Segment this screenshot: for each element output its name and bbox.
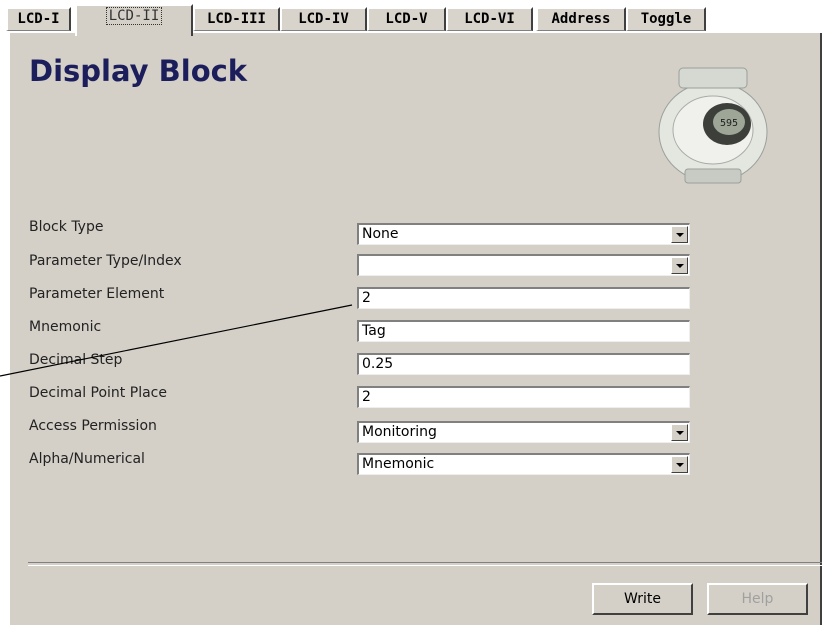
- write-button[interactable]: Write: [592, 583, 693, 615]
- decimal-point-place-label: Decimal Point Place: [29, 385, 167, 401]
- tab-lcd-iii[interactable]: LCD-III: [193, 7, 280, 31]
- tab-lcd-vi[interactable]: LCD-VI: [446, 7, 533, 31]
- block-type-dropdown[interactable]: None: [357, 223, 690, 245]
- chevron-down-icon[interactable]: [671, 257, 688, 274]
- tab-lcd-ii-label: LCD-II: [105, 7, 163, 25]
- block-type-value: None: [362, 226, 399, 242]
- footer-divider: [28, 562, 822, 566]
- block-type-label: Block Type: [29, 219, 104, 235]
- tab-toggle[interactable]: Toggle: [626, 7, 706, 31]
- chevron-down-icon[interactable]: [671, 456, 688, 473]
- access-permission-value: Monitoring: [362, 424, 437, 440]
- alpha-numerical-label: Alpha/Numerical: [29, 451, 145, 467]
- access-permission-dropdown[interactable]: Monitoring: [357, 421, 690, 443]
- access-permission-label: Access Permission: [29, 418, 157, 434]
- mnemonic-label: Mnemonic: [29, 319, 102, 335]
- alpha-numerical-dropdown[interactable]: Mnemonic: [357, 453, 690, 475]
- device-display-text: 595: [720, 118, 738, 129]
- help-button[interactable]: Help: [707, 583, 808, 615]
- tab-lcd-v[interactable]: LCD-V: [367, 7, 446, 31]
- tab-lcd-iv[interactable]: LCD-IV: [280, 7, 367, 31]
- transmitter-device-image: 595: [658, 67, 768, 184]
- parameter-type-index-dropdown[interactable]: [357, 254, 690, 276]
- decimal-point-place-input[interactable]: 2: [357, 386, 690, 408]
- tab-lcd-i[interactable]: LCD-I: [6, 7, 71, 31]
- parameter-element-input[interactable]: 2: [357, 287, 690, 309]
- parameter-element-label: Parameter Element: [29, 286, 165, 302]
- tab-address[interactable]: Address: [536, 7, 626, 31]
- decimal-step-input[interactable]: 0.25: [357, 353, 690, 375]
- tab-bar: LCD-I LCD-II LCD-III LCD-IV LCD-V LCD-VI…: [0, 0, 830, 36]
- chevron-down-icon[interactable]: [671, 424, 688, 441]
- decimal-step-label: Decimal Step: [29, 352, 123, 368]
- page-title: Display Block: [29, 54, 248, 88]
- tab-lcd-ii[interactable]: LCD-II: [75, 4, 193, 36]
- mnemonic-input[interactable]: Tag: [357, 320, 690, 342]
- chevron-down-icon[interactable]: [671, 226, 688, 243]
- alpha-numerical-value: Mnemonic: [362, 456, 435, 472]
- parameter-type-index-label: Parameter Type/Index: [29, 253, 182, 269]
